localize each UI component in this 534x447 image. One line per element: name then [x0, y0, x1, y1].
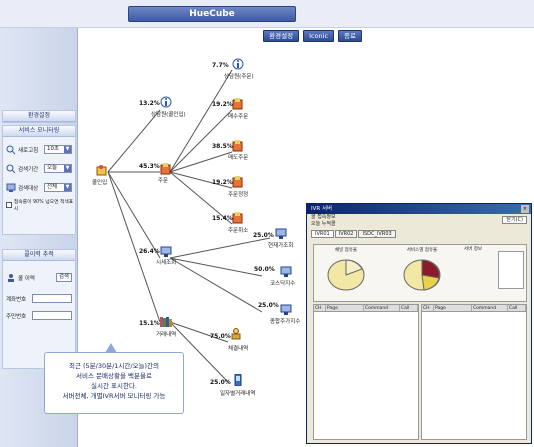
- node-pct: 15.1%: [139, 320, 160, 327]
- node-pct: 15.4%: [212, 215, 233, 222]
- node-label: 체결내역: [228, 346, 249, 352]
- node-pct: 25.0%: [258, 302, 279, 309]
- network-icon[interactable]: [160, 246, 172, 258]
- node-pct: 50.0%: [254, 266, 275, 273]
- node-label: 현재가조회: [268, 243, 294, 249]
- node-label: 주문정정: [228, 192, 249, 198]
- order-icon[interactable]: [232, 140, 244, 152]
- node-label: 상담원(주문): [224, 74, 254, 80]
- network-icon[interactable]: [280, 304, 292, 316]
- books-icon[interactable]: [160, 316, 172, 328]
- popup-title: IVR 서버: [311, 206, 333, 212]
- info-tooltip: 최근 (5분/30분/1시간/오늘)간의 서비스 문배상황을 백분율로 실시간 …: [44, 343, 184, 414]
- system-info-box: 서버 정보: [464, 247, 524, 299]
- node-pct: 19.2%: [212, 179, 233, 186]
- channel-pie: [327, 259, 365, 291]
- summary-panel: 채널 점유율 서비스별 점유율 서버 정보: [313, 244, 527, 302]
- popup-line1: 콜 접속정보: [311, 214, 336, 220]
- tooltip-tail: [105, 343, 117, 353]
- node-label: 거래내역: [156, 332, 177, 338]
- grid-header: CH Page Command Call: [314, 305, 418, 312]
- server-tabs: IVR01 IVR02 ISDC_IVR03: [307, 230, 531, 238]
- grid-header: CH Page Command Call: [422, 305, 526, 312]
- node-pct: 19.2%: [212, 101, 233, 108]
- node-pct: 38.5%: [212, 143, 233, 150]
- system-info-panel: [498, 251, 524, 289]
- tooltip-line: 최근 (5분/30분/1시간/오늘)간의: [68, 362, 160, 370]
- order-icon[interactable]: [232, 212, 244, 224]
- popup-close-button[interactable]: 닫기(C): [502, 216, 527, 224]
- node-label: 일자별거래내역: [220, 391, 256, 397]
- info-icon[interactable]: [160, 96, 172, 108]
- tab-ivr03[interactable]: ISDC_IVR03: [358, 230, 396, 238]
- node-label: 매도주문: [228, 155, 249, 161]
- network-icon[interactable]: [280, 266, 292, 278]
- grid-col-page: Page: [326, 305, 364, 311]
- popup-line2: 오늘 누적콜: [311, 221, 336, 227]
- grid-col-page: Page: [434, 305, 472, 311]
- person-icon[interactable]: [230, 328, 242, 340]
- node-label: 주문취소: [228, 228, 249, 234]
- node-label: 종합주가지수: [270, 319, 301, 325]
- order-icon[interactable]: [232, 98, 244, 110]
- app-window: HueCube 환경설정 Iconic 종료 환경설정 서비스 모니터링 새로고…: [0, 0, 534, 447]
- node-label: 상담원(콜인입): [151, 112, 186, 118]
- channel-pie-box: 채널 점유율: [318, 247, 374, 299]
- tab-ivr02[interactable]: IVR02: [334, 230, 358, 238]
- grid-col-ch: CH: [422, 305, 434, 311]
- ivr-server-window: IVR 서버 × 콜 접속정보 오늘 누적콜 닫기(C) IVR01 IVR02…: [306, 203, 532, 444]
- phone-icon[interactable]: [232, 374, 244, 386]
- node-pct: 45.3%: [139, 163, 160, 170]
- info-icon[interactable]: [232, 58, 244, 70]
- tab-ivr01[interactable]: IVR01: [311, 230, 334, 238]
- service-pie-box: 서비스별 점유율: [394, 247, 450, 299]
- grid-col-ch: CH: [314, 305, 326, 311]
- channel-grid-left[interactable]: CH Page Command Call: [313, 304, 419, 440]
- node-pct: 25.0%: [253, 232, 274, 239]
- node-label: 코스닥지수: [270, 281, 296, 287]
- tooltip-line: 실시간 표시한다.: [91, 382, 137, 390]
- service-pie: [403, 259, 441, 291]
- root-node-label: 콜인입: [92, 180, 108, 186]
- network-icon[interactable]: [275, 228, 287, 240]
- node-pct: 7.7%: [212, 62, 229, 69]
- channel-grid-right[interactable]: CH Page Command Call: [421, 304, 527, 440]
- tooltip-line: 서비스 문배상황을 백분율로: [76, 372, 152, 380]
- channel-grids: CH Page Command Call CH Page Command Cal…: [313, 304, 527, 440]
- popup-line2-row: 오늘 누적콜 닫기(C): [307, 216, 531, 228]
- node-pct: 13.2%: [139, 100, 160, 107]
- tooltip-line: 서버전체, 개별IVR서버 모니터링 가능: [62, 392, 166, 400]
- node-pct: 75.0%: [210, 333, 231, 340]
- grid-col-command: Command: [364, 305, 400, 311]
- node-label: 매수주문: [228, 114, 249, 120]
- node-pct: 25.0%: [210, 379, 231, 386]
- node-pct: 26.4%: [139, 248, 160, 255]
- grid-col-call: Call: [508, 305, 526, 311]
- grid-col-command: Command: [472, 305, 508, 311]
- order-icon[interactable]: [160, 163, 172, 175]
- order-icon[interactable]: [232, 176, 244, 188]
- popup-title-bar: IVR 서버 ×: [307, 204, 531, 214]
- node-label: 주문: [158, 178, 169, 184]
- node-label: 시세조회: [156, 260, 177, 266]
- root-node-icon[interactable]: [96, 164, 108, 176]
- close-icon[interactable]: ×: [521, 205, 529, 213]
- grid-col-call: Call: [400, 305, 418, 311]
